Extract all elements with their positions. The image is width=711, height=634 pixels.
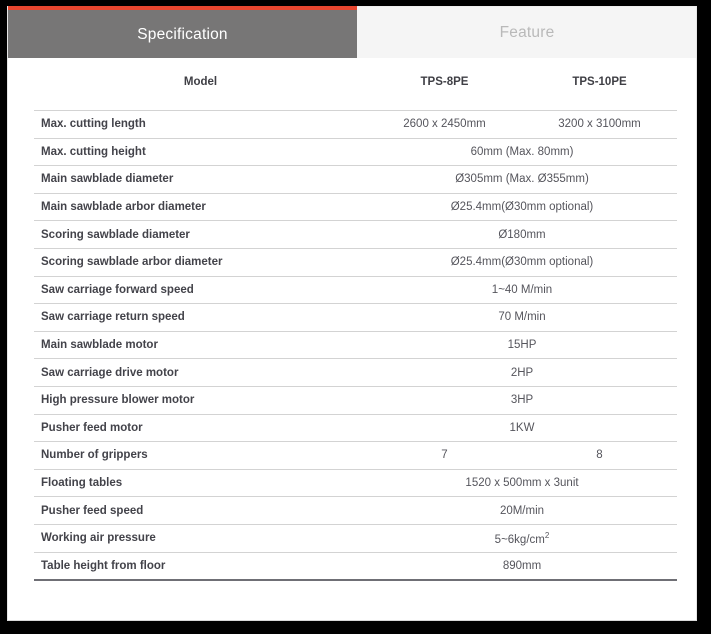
table-row: High pressure blower motor 3HP (34, 385, 677, 415)
superscript: 2 (544, 530, 550, 540)
spec-value-merged: 1~40 M/min (367, 275, 677, 304)
spec-value-col2: 8 (522, 441, 677, 470)
spec-label: Main sawblade diameter (34, 165, 367, 194)
spec-label: Number of grippers (34, 441, 367, 470)
spec-value-merged: 5~6kg/cm2 (367, 523, 677, 552)
spec-value-col1: 7 (367, 441, 522, 470)
tab-feature[interactable]: Feature (357, 6, 696, 58)
spec-label: Saw carriage drive motor (34, 358, 367, 387)
table-row: Working air pressure 5~6kg/cm2 (34, 523, 677, 552)
tab-bar: Specification Feature (8, 6, 696, 58)
table-row: Pusher feed motor 1KW (34, 413, 677, 442)
tab-feature-label: Feature (499, 23, 555, 41)
table-head: Model TPS-8PE TPS-10PE (34, 58, 677, 111)
spec-label: Saw carriage return speed (34, 303, 367, 332)
spec-label: Saw carriage forward speed (34, 275, 367, 304)
table-row: Main sawblade arbor diameter Ø25.4mm(Ø30m… (34, 192, 677, 221)
spec-label: High pressure blower motor (34, 385, 367, 415)
spec-label: Floating tables (34, 468, 367, 497)
spec-value-col1: 2600 x 2450mm (367, 110, 522, 139)
spec-value-merged: Ø25.4mm(Ø30mm optional) (367, 247, 677, 277)
spec-label: Main sawblade motor (34, 330, 367, 359)
table-row: Scoring sawblade diameter Ø180mm (34, 220, 677, 249)
table-row: Saw carriage return speed 70 M/min (34, 303, 677, 332)
table-row: Floating tables 1520 x 500mm x 3unit (34, 468, 677, 497)
tab-specification[interactable]: Specification (8, 6, 357, 58)
spec-value-merged: 20M/min (367, 496, 677, 525)
column-header-tps-8pe: TPS-8PE (420, 76, 469, 88)
spec-label: Scoring sawblade arbor diameter (34, 247, 367, 277)
spec-value-merged: 60mm (Max. 80mm) (367, 137, 677, 166)
column-header-model: Model (183, 76, 218, 88)
table-body: Max. cutting length 2600 x 2450mm 3200 x 3… (34, 110, 677, 582)
spec-value-merged: 1520 x 500mm x 3unit (367, 468, 677, 497)
screenshot-root: Specification Feature Model TPS-8PE TPS-… (0, 0, 711, 634)
spec-label: Main sawblade arbor diameter (34, 192, 367, 221)
spec-label: Max. cutting length (34, 110, 367, 139)
spec-value-merged: Ø180mm (367, 220, 677, 249)
tab-specification-label: Specification (137, 26, 228, 43)
spec-value-merged: 890mm (367, 551, 677, 582)
spec-value-merged: 3HP (367, 385, 677, 415)
spec-value-merged: Ø305mm (Max. Ø355mm) (367, 165, 677, 194)
specification-table: Model TPS-8PE TPS-10PE Max. cutting leng… (34, 58, 677, 582)
specification-table-wrap: Model TPS-8PE TPS-10PE Max. cutting leng… (34, 58, 677, 582)
spec-label: Scoring sawblade diameter (34, 220, 367, 249)
table-row: Table height from floor 890mm (34, 551, 677, 582)
spec-label: Working air pressure (34, 523, 367, 552)
spec-label: Pusher feed motor (34, 413, 367, 442)
table-row: Saw carriage drive motor 2HP (34, 358, 677, 387)
spec-value-merged: 15HP (367, 330, 677, 359)
table-row: Pusher feed speed 20M/min (34, 496, 677, 525)
spec-value-merged: 1KW (367, 413, 677, 442)
table-row: Main sawblade motor 15HP (34, 330, 677, 359)
spec-value-merged: Ø25.4mm(Ø30mm optional) (367, 192, 677, 221)
column-header-tps-10pe: TPS-10PE (572, 76, 627, 88)
table-row: Max. cutting length 2600 x 2450mm 3200 x 3… (34, 110, 677, 139)
table-row: Saw carriage forward speed 1~40 M/min (34, 275, 677, 304)
spec-value-col2: 3200 x 3100mm (522, 110, 677, 139)
table-row: Scoring sawblade arbor diameter Ø25.4mm(Ø… (34, 247, 677, 277)
table-row: Main sawblade diameter Ø305mm (Max. Ø355m… (34, 165, 677, 194)
table-row: Max. cutting height 60mm (Max. 80mm) (34, 137, 677, 166)
table-row: Number of grippers 7 8 (34, 441, 677, 470)
spec-value-merged: 2HP (367, 358, 677, 387)
spec-label: Pusher feed speed (34, 496, 367, 525)
spec-label: Max. cutting height (34, 137, 367, 166)
table-header-row: Model TPS-8PE TPS-10PE (34, 58, 677, 111)
spec-value-merged: 70 M/min (367, 303, 677, 332)
content-page: Specification Feature Model TPS-8PE TPS-… (7, 6, 697, 621)
spec-label: Table height from floor (34, 551, 367, 582)
